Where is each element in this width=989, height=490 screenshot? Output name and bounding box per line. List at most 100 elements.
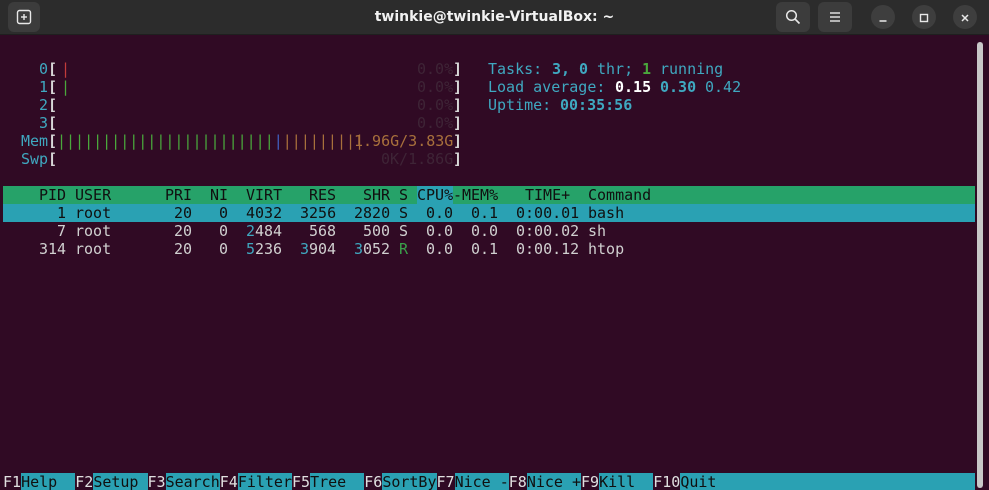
- fkey-help[interactable]: Help: [21, 473, 76, 490]
- cpu-value: 0.0%: [417, 96, 454, 114]
- process-time: 0:00.02: [516, 222, 580, 240]
- process-res: 3256: [300, 204, 337, 222]
- fkey-f8-key[interactable]: F8: [508, 473, 527, 490]
- column-header-time[interactable]: TIME+: [525, 186, 570, 204]
- cpu-label: 2: [39, 96, 49, 114]
- memory-meter: Mem [ ||||||||||||||||||||||||||||||||||…: [3, 132, 975, 150]
- fkey-quit-label: Quit: [680, 473, 717, 490]
- process-shr-high: 3: [354, 240, 364, 258]
- load-average-5: 0.30: [660, 78, 697, 96]
- menu-button[interactable]: [818, 2, 852, 32]
- fkey-search[interactable]: Search: [165, 473, 220, 490]
- cpu-meter-3: 3 [ 0.0% ]: [3, 114, 975, 132]
- cpu-meter-1: 1 [ | 0.0% ] Load average: 0.15 0.30 0.4…: [3, 78, 975, 96]
- swap-meter: Swp [ 0K/1.86G ]: [3, 150, 975, 168]
- column-header-pri[interactable]: PRI: [165, 186, 192, 204]
- fkey-kill[interactable]: Kill: [599, 473, 654, 490]
- load-average-label: Load average:: [488, 78, 606, 96]
- column-header-pid[interactable]: PID: [39, 186, 66, 204]
- fkey-nice-plus-label: Nice +: [526, 473, 581, 490]
- process-shr-low: 052: [363, 240, 391, 258]
- column-header-command[interactable]: Command: [588, 186, 651, 204]
- cpu-bar: |: [61, 78, 71, 96]
- fkey-f3-key[interactable]: F3: [147, 473, 166, 490]
- minimize-icon: [878, 8, 888, 27]
- process-row-selected[interactable]: 1 root 20 0 4032 3256 2820 S 0.0 0.1 0:0…: [3, 204, 975, 222]
- uptime-value: 00:35:56: [560, 96, 633, 114]
- process-time: 0:00.01: [516, 204, 580, 222]
- fkey-sortby[interactable]: SortBy: [382, 473, 437, 490]
- fkey-f7-key[interactable]: F7: [436, 473, 455, 490]
- terminal-window: twinkie@twinkie-VirtualBox: ~ 0 [| 0.0%…: [0, 0, 989, 490]
- meter-bracket: [: [48, 96, 58, 114]
- process-ni: 0: [219, 222, 229, 240]
- column-header-mem[interactable]: MEM%: [462, 186, 498, 204]
- fkey-filter-label: Filter: [237, 473, 292, 490]
- fkey-f9-key[interactable]: F9: [581, 473, 600, 490]
- process-row[interactable]: 7 root 20 0 2 484 568 500 S 0.0 0.0 0:00…: [3, 222, 975, 240]
- hamburger-menu-icon: [828, 10, 842, 24]
- scrollbar-thumb[interactable]: [977, 42, 983, 488]
- cpu-value: 0.0%: [417, 114, 454, 132]
- minimize-button[interactable]: [871, 5, 895, 29]
- cpu-label: 1: [39, 78, 49, 96]
- maximize-button[interactable]: [912, 5, 936, 29]
- process-pid: 1: [57, 204, 67, 222]
- fkey-f10-key[interactable]: F10: [653, 473, 681, 490]
- meter-bracket: ]: [453, 96, 463, 114]
- function-key-bar-fill: [716, 473, 975, 490]
- fkey-f4-key[interactable]: F4: [219, 473, 238, 490]
- process-virt-high: 2: [246, 222, 256, 240]
- cpu-value: 0.0%: [417, 60, 454, 78]
- fkey-kill-label: Kill: [599, 473, 636, 490]
- meter-bracket: [: [48, 114, 58, 132]
- column-header-shr[interactable]: SHR: [363, 186, 390, 204]
- fkey-setup[interactable]: Setup: [93, 473, 148, 490]
- swap-label: Swp: [21, 150, 49, 168]
- column-header-cpu[interactable]: CPU%: [417, 186, 454, 204]
- column-header-virt[interactable]: VIRT: [246, 186, 282, 204]
- process-mem: 0.1: [471, 204, 499, 222]
- process-state: S: [399, 222, 409, 240]
- fkey-f2-key[interactable]: F2: [75, 473, 94, 490]
- fkey-f5-key[interactable]: F5: [292, 473, 311, 490]
- process-cpu: 0.0: [426, 240, 454, 258]
- meter-bracket: ]: [453, 150, 463, 168]
- cpu-label: 3: [39, 114, 49, 132]
- process-mem: 0.1: [471, 240, 499, 258]
- fkey-f1-key[interactable]: F1: [3, 473, 22, 490]
- fkey-nice-minus[interactable]: Nice -: [454, 473, 509, 490]
- process-mem: 0.0: [471, 222, 499, 240]
- search-button[interactable]: [776, 2, 810, 32]
- close-button[interactable]: [953, 5, 977, 29]
- meter-bracket: [: [48, 132, 58, 150]
- process-virt: 4032: [246, 204, 283, 222]
- process-row[interactable]: 314 root 20 0 5 236 3 904 3 052 R 0.0 0.…: [3, 240, 975, 258]
- terminal-output[interactable]: 0 [ | 0.0% ] Tasks: 3, 0 thr; 1 running …: [3, 60, 975, 258]
- column-header-state[interactable]: S: [399, 186, 408, 204]
- fkey-f6-key[interactable]: F6: [364, 473, 383, 490]
- column-header-separator: -: [453, 186, 463, 204]
- fkey-tree[interactable]: Tree: [310, 473, 365, 490]
- memory-bar: ||||||||||||||||||||||||||||||||||: [57, 132, 365, 150]
- running-count: 1: [642, 60, 652, 78]
- terminal-scrollbar[interactable]: [977, 42, 983, 488]
- process-res-high: 3: [300, 240, 310, 258]
- meter-bracket: ]: [453, 114, 463, 132]
- fkey-quit[interactable]: Quit: [680, 473, 717, 490]
- cpu-value: 0.0%: [417, 78, 454, 96]
- column-header-ni[interactable]: NI: [210, 186, 228, 204]
- meter-bracket: [: [48, 150, 58, 168]
- fkey-filter[interactable]: Filter: [237, 473, 292, 490]
- process-user: root: [75, 204, 112, 222]
- uptime-label: Uptime:: [488, 96, 552, 114]
- process-virt-low: 484: [255, 222, 283, 240]
- process-shr: 500: [363, 222, 391, 240]
- fkey-nice-plus[interactable]: Nice +: [526, 473, 581, 490]
- column-header-user[interactable]: USER: [75, 186, 111, 204]
- tasks-label: Tasks:: [488, 60, 543, 78]
- cpu-meter-0: 0 [ | 0.0% ] Tasks: 3, 0 thr; 1 running: [3, 60, 975, 78]
- meter-bracket: [: [48, 78, 58, 96]
- column-header-res[interactable]: RES: [309, 186, 336, 204]
- thread-count: 0: [579, 60, 589, 78]
